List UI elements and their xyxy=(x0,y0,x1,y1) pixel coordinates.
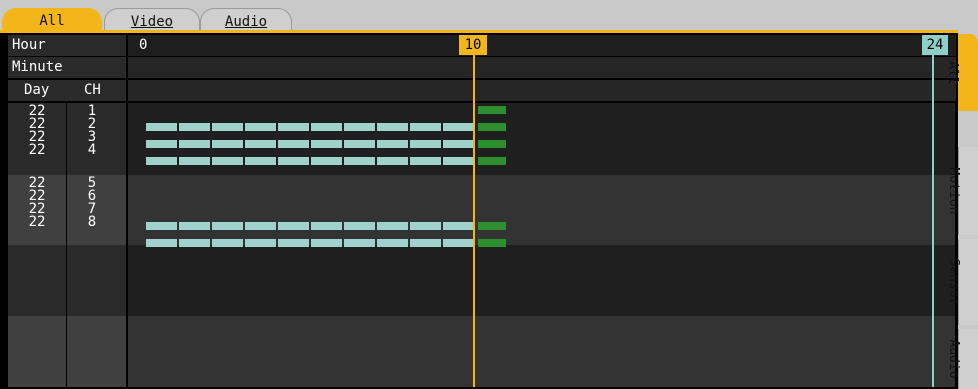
side-tab-sensor-label: Sensor xyxy=(946,258,961,306)
recording-segment[interactable] xyxy=(311,157,342,165)
recording-segment[interactable] xyxy=(410,123,441,131)
minute-label: Minute xyxy=(12,59,63,75)
recording-segment[interactable] xyxy=(410,140,441,148)
event-segment[interactable] xyxy=(478,239,506,247)
event-segment[interactable] xyxy=(478,140,506,148)
recording-segment[interactable] xyxy=(443,123,474,131)
recording-segment[interactable] xyxy=(212,123,243,131)
side-tab-audio-label: Audio xyxy=(946,339,961,379)
event-segment[interactable] xyxy=(478,106,506,114)
timeline-band-2 xyxy=(128,175,955,245)
recording-segment[interactable] xyxy=(245,140,276,148)
accent-bar xyxy=(0,30,958,33)
recording-segment[interactable] xyxy=(212,239,243,247)
day-col-band-3 xyxy=(8,245,66,316)
recording-segment[interactable] xyxy=(344,222,375,230)
side-tab-all[interactable]: All xyxy=(945,34,978,111)
recording-segment[interactable] xyxy=(278,239,309,247)
recording-segment[interactable] xyxy=(146,157,177,165)
day-col-band-4 xyxy=(8,316,66,387)
recording-segment[interactable] xyxy=(311,123,342,131)
hour-header-cell: Hour xyxy=(8,35,126,56)
recording-segment[interactable] xyxy=(179,140,210,148)
recording-segment[interactable] xyxy=(146,239,177,247)
tab-audio-label: Audio xyxy=(224,14,268,30)
recording-segment[interactable] xyxy=(311,140,342,148)
recording-segment[interactable] xyxy=(377,123,408,131)
recording-segment[interactable] xyxy=(344,239,375,247)
recording-segment[interactable] xyxy=(344,140,375,148)
recording-segment[interactable] xyxy=(245,157,276,165)
recording-segment[interactable] xyxy=(179,239,210,247)
ch-col-band-3 xyxy=(67,245,126,316)
tab-video-label: Video xyxy=(130,14,174,30)
ch-cell[interactable]: 4 xyxy=(77,143,107,157)
day-cell: 22 xyxy=(28,214,46,230)
recording-segment[interactable] xyxy=(146,123,177,131)
recording-segment[interactable] xyxy=(443,239,474,247)
recording-segment[interactable] xyxy=(278,123,309,131)
day-cell: 22 xyxy=(28,142,46,158)
recording-segment[interactable] xyxy=(377,239,408,247)
timeline-band-3 xyxy=(128,245,955,316)
timeline-band-4 xyxy=(128,316,955,387)
recording-segment[interactable] xyxy=(311,239,342,247)
hour-scale[interactable] xyxy=(128,35,956,56)
recording-segment[interactable] xyxy=(212,140,243,148)
recording-segment[interactable] xyxy=(212,222,243,230)
side-tab-audio[interactable]: Audio xyxy=(946,329,978,389)
top-tab-bar: All Video Audio xyxy=(0,0,978,35)
recording-segment[interactable] xyxy=(245,222,276,230)
recording-segment[interactable] xyxy=(377,140,408,148)
recording-segment[interactable] xyxy=(377,157,408,165)
recording-segment[interactable] xyxy=(278,222,309,230)
recording-segment[interactable] xyxy=(179,123,210,131)
side-tab-motion[interactable]: Motion xyxy=(946,147,978,235)
ch-label: CH xyxy=(84,82,101,98)
event-segment[interactable] xyxy=(478,157,506,165)
recording-segment[interactable] xyxy=(344,157,375,165)
day-label: Day xyxy=(24,82,50,98)
current-hour-marker[interactable]: 10 xyxy=(459,35,487,55)
recording-segment[interactable] xyxy=(146,140,177,148)
recording-segment[interactable] xyxy=(179,222,210,230)
day-ch-header: Day CH xyxy=(8,80,126,101)
recording-segment[interactable] xyxy=(245,123,276,131)
event-segment[interactable] xyxy=(478,123,506,131)
ch-col-band-4 xyxy=(67,316,126,387)
current-time-line[interactable] xyxy=(473,55,475,387)
side-tab-motion-label: Motion xyxy=(946,167,961,215)
recording-segment[interactable] xyxy=(344,123,375,131)
recording-segment[interactable] xyxy=(443,157,474,165)
side-tab-sensor[interactable]: Sensor xyxy=(946,239,978,325)
minute-scale[interactable] xyxy=(128,57,956,78)
end-hour-value: 24 xyxy=(926,37,944,53)
recording-segment[interactable] xyxy=(443,140,474,148)
recording-segment[interactable] xyxy=(278,157,309,165)
hour-start-label: 0 xyxy=(139,37,148,53)
end-hour-marker: 24 xyxy=(922,35,948,55)
recording-segment[interactable] xyxy=(245,239,276,247)
recording-segment[interactable] xyxy=(410,157,441,165)
recording-segment[interactable] xyxy=(443,222,474,230)
side-tab-all-label: All xyxy=(945,60,960,85)
day-scale xyxy=(128,80,956,101)
hour-label: Hour xyxy=(12,37,46,53)
minute-header-cell: Minute xyxy=(8,57,126,78)
recording-segment[interactable] xyxy=(179,157,210,165)
recording-segment[interactable] xyxy=(146,222,177,230)
tab-all-label: All xyxy=(39,13,65,29)
recording-segment[interactable] xyxy=(410,222,441,230)
recording-segment[interactable] xyxy=(212,157,243,165)
recording-segment[interactable] xyxy=(377,222,408,230)
ch-cell[interactable]: 8 xyxy=(77,215,107,229)
recording-segment[interactable] xyxy=(311,222,342,230)
side-tab-bar: All Motion Sensor Audio xyxy=(945,34,978,389)
event-segment[interactable] xyxy=(478,222,506,230)
recording-segment[interactable] xyxy=(410,239,441,247)
recording-segment[interactable] xyxy=(278,140,309,148)
current-hour-value: 10 xyxy=(464,37,482,53)
end-time-line xyxy=(932,55,934,387)
